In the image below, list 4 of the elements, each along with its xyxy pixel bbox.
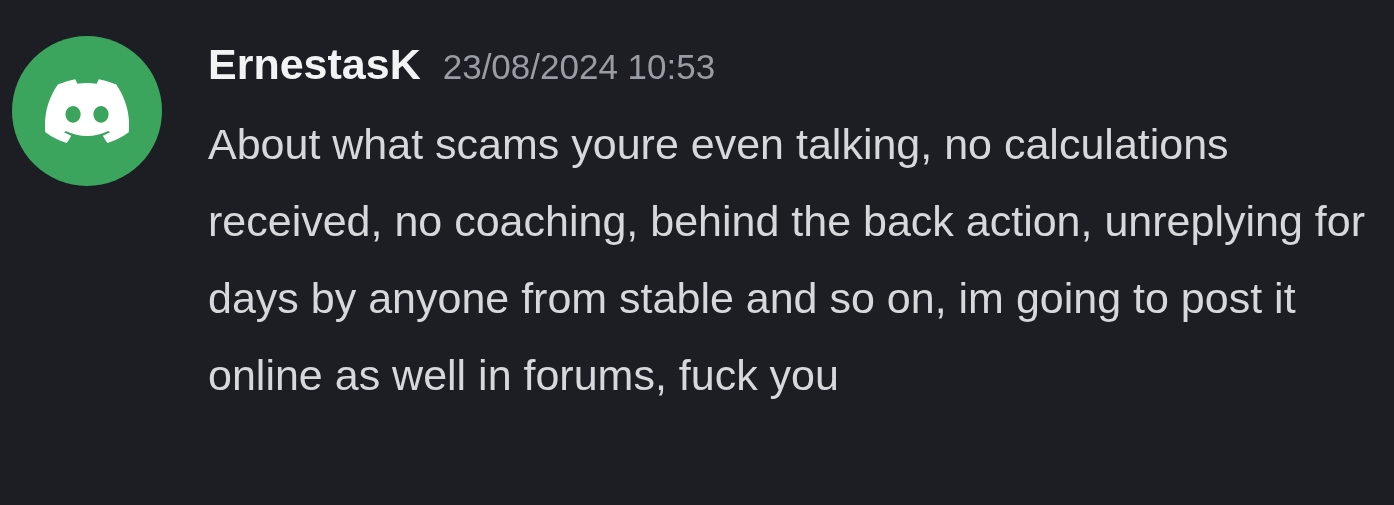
username[interactable]: ErnestasK [208,40,421,89]
message-text: About what scams youre even talking, no calculations received, no coaching, behind the back action, unreplying for days by anyone from stable and so on, im going to post it online as well in forums, fuck you [208,119,1366,401]
timestamp: 23/08/2024 10:53 [442,47,716,87]
game-controller-icon [45,79,129,143]
